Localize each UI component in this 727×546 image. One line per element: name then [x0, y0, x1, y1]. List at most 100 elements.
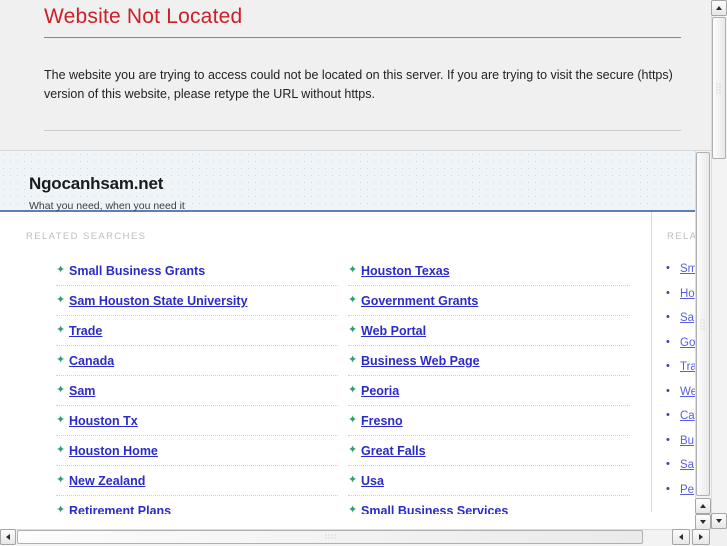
round-bullet-icon: •	[666, 286, 670, 299]
related-search-link[interactable]: Houston Tx	[69, 414, 138, 428]
list-item[interactable]: ✦ Trade	[56, 316, 338, 346]
list-item[interactable]: • Sm	[653, 256, 695, 281]
related-search-link[interactable]: Small Business Grants	[69, 264, 205, 278]
sidebar-related-label: RELATED	[667, 231, 695, 242]
list-item[interactable]: ✦ Fresno	[348, 406, 630, 436]
inner-horizontal-scrollbar[interactable]	[672, 529, 711, 545]
error-page: Website Not Located The website you are …	[0, 0, 727, 150]
scrollbar-grip-icon	[324, 533, 336, 541]
related-search-link[interactable]: New Zealand	[69, 474, 145, 488]
star-bullet-icon: ✦	[348, 264, 358, 276]
sidebar-related-link[interactable]: Bu	[680, 435, 694, 447]
star-bullet-icon: ✦	[56, 504, 66, 514]
scroll-left-arrow-icon	[6, 534, 10, 540]
related-search-link[interactable]: Usa	[361, 474, 384, 488]
list-item[interactable]: • Bu	[653, 428, 695, 453]
star-bullet-icon: ✦	[56, 264, 66, 276]
star-bullet-icon: ✦	[348, 324, 358, 336]
related-search-link[interactable]: Government Grants	[361, 294, 478, 308]
round-bullet-icon: •	[666, 384, 670, 397]
star-bullet-icon: ✦	[56, 294, 66, 306]
star-bullet-icon: ✦	[56, 324, 66, 336]
star-bullet-icon: ✦	[348, 414, 358, 426]
brand-tagline: What you need, when you need it	[29, 200, 185, 212]
related-search-link[interactable]: Great Falls	[361, 444, 426, 458]
sidebar-related-link[interactable]: Tra	[680, 361, 695, 373]
error-page-content: Website Not Located The website you are …	[44, 0, 681, 131]
scrollbar-grip-icon	[699, 318, 707, 330]
scrollbar-grip-icon	[715, 82, 723, 94]
error-message: The website you are trying to access cou…	[44, 68, 673, 101]
list-item[interactable]: ✦ Business Web Page	[348, 346, 630, 376]
list-item[interactable]: • Tra	[653, 354, 695, 379]
list-item[interactable]: ✦ Houston Home	[56, 436, 338, 466]
vscrollbar-thumb[interactable]	[712, 17, 726, 159]
related-search-link[interactable]: Web Portal	[361, 324, 426, 338]
scroll-up-button[interactable]	[711, 0, 727, 16]
list-item[interactable]: ✦ Canada	[56, 346, 338, 376]
list-item[interactable]: • Ca	[653, 403, 695, 428]
related-search-link[interactable]: Sam Houston State University	[69, 294, 248, 308]
list-item[interactable]: ✦ Small Business Grants	[56, 256, 338, 286]
list-item[interactable]: ✦ Sam Houston State University	[56, 286, 338, 316]
list-item[interactable]: ✦ Houston Tx	[56, 406, 338, 436]
sidebar-related-link[interactable]: Go	[680, 337, 695, 349]
list-item[interactable]: ✦ Peoria	[348, 376, 630, 406]
inner-vscrollbar-thumb[interactable]	[696, 152, 710, 496]
related-search-link[interactable]: Trade	[69, 324, 102, 338]
list-item[interactable]: ✦ New Zealand	[56, 466, 338, 496]
page-horizontal-scrollbar[interactable]	[0, 529, 711, 546]
inner-scroll-down-button[interactable]	[695, 514, 711, 529]
sidebar-related-link[interactable]: Sm	[680, 263, 695, 275]
related-search-link[interactable]: Houston Home	[69, 444, 158, 458]
round-bullet-icon: •	[666, 360, 670, 372]
scroll-left-button[interactable]	[0, 529, 16, 545]
sidebar-related-link[interactable]: Ho	[680, 288, 695, 300]
related-search-link[interactable]: Small Business Services	[361, 504, 508, 514]
related-search-link[interactable]: Houston Texas	[361, 264, 450, 278]
list-item[interactable]: • Go	[653, 330, 695, 355]
sidebar-related-link[interactable]: We	[680, 386, 695, 398]
list-item[interactable]: ✦ Houston Texas	[348, 256, 630, 286]
inner-vertical-scrollbar[interactable]	[695, 151, 711, 529]
list-item[interactable]: ✦ Retirement Plans	[56, 496, 338, 514]
related-search-link[interactable]: Canada	[69, 354, 114, 368]
star-bullet-icon: ✦	[56, 414, 66, 426]
list-item[interactable]: ✦ Great Falls	[348, 436, 630, 466]
star-bullet-icon: ✦	[348, 504, 358, 514]
round-bullet-icon: •	[666, 458, 670, 470]
inner-scroll-right-button[interactable]	[692, 529, 710, 545]
list-item[interactable]: ✦ Web Portal	[348, 316, 630, 346]
list-item[interactable]: • Pe	[653, 477, 695, 502]
list-item[interactable]: • We	[653, 379, 695, 404]
related-search-link[interactable]: Retirement Plans	[69, 504, 171, 514]
star-bullet-icon: ✦	[56, 354, 66, 366]
round-bullet-icon: •	[666, 335, 670, 348]
list-item[interactable]: ✦ Small Business Services	[348, 496, 630, 514]
related-searches-main: RELATED SEARCHES ✦ Small Business Grants …	[0, 212, 652, 514]
sidebar-related-link[interactable]: Sa	[680, 459, 694, 471]
scroll-down-arrow-icon	[700, 520, 706, 524]
sidebar-related-link[interactable]: Sa	[680, 312, 694, 324]
round-bullet-icon: •	[666, 482, 670, 495]
list-item[interactable]: ✦ Usa	[348, 466, 630, 496]
related-search-link[interactable]: Sam	[69, 384, 95, 398]
list-item[interactable]: • Sa	[653, 305, 695, 330]
inner-scroll-left-button[interactable]	[672, 529, 690, 545]
star-bullet-icon: ✦	[348, 474, 358, 486]
related-search-link[interactable]: Fresno	[361, 414, 403, 428]
list-item[interactable]: • Ho	[653, 281, 695, 306]
list-item[interactable]: • Sa	[653, 452, 695, 477]
scroll-down-button[interactable]	[711, 513, 727, 529]
related-search-link[interactable]: Peoria	[361, 384, 399, 398]
list-item[interactable]: ✦ Government Grants	[348, 286, 630, 316]
hscrollbar-thumb[interactable]	[17, 530, 643, 544]
inner-scroll-up-button[interactable]	[695, 498, 711, 514]
sidebar-related-link[interactable]: Ca	[680, 410, 695, 422]
related-search-link[interactable]: Business Web Page	[361, 354, 480, 368]
star-bullet-icon: ✦	[348, 384, 358, 396]
related-search-column-left: ✦ Small Business Grants ✦ Sam Houston Stat…	[56, 256, 338, 514]
list-item[interactable]: ✦ Sam	[56, 376, 338, 406]
page-vertical-scrollbar[interactable]	[711, 0, 727, 545]
sidebar-related-link[interactable]: Pe	[680, 484, 694, 496]
